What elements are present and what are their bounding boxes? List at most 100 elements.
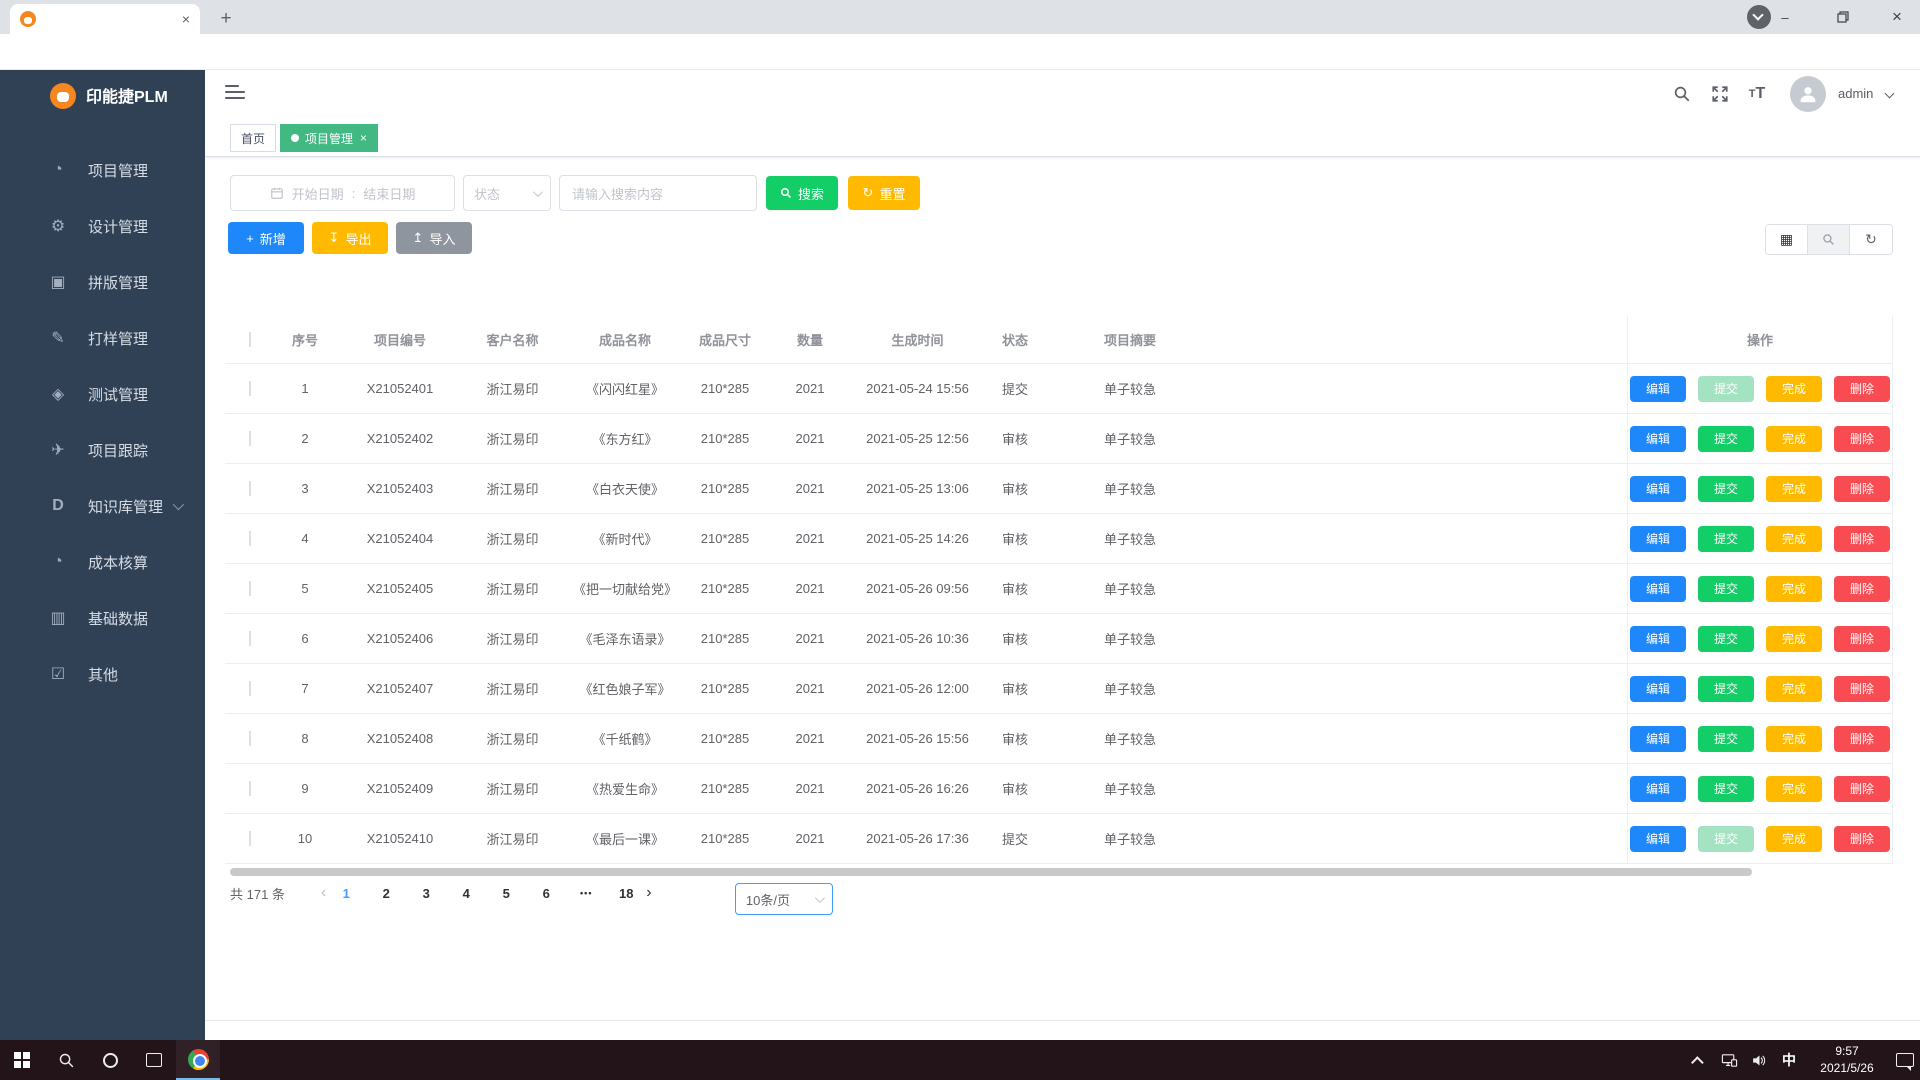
- volume-icon[interactable]: [1744, 1040, 1774, 1080]
- menu-fold-icon[interactable]: [225, 85, 245, 101]
- status-select[interactable]: 状态: [463, 175, 551, 211]
- tray-chevron-up-icon[interactable]: [1684, 1040, 1714, 1080]
- delete-button[interactable]: 删除: [1834, 376, 1890, 402]
- sidebar-item[interactable]: ◔ 项目管理: [0, 142, 205, 198]
- finish-button[interactable]: 完成: [1766, 476, 1822, 502]
- edit-button[interactable]: 编辑: [1630, 426, 1686, 452]
- page-number-button[interactable]: 3: [418, 886, 434, 901]
- sidebar-item[interactable]: ◈ 测试管理: [0, 366, 205, 422]
- delete-button[interactable]: 删除: [1834, 726, 1890, 752]
- browser-tab[interactable]: ×: [10, 4, 200, 34]
- edit-button[interactable]: 编辑: [1630, 576, 1686, 602]
- horizontal-scrollbar[interactable]: [230, 868, 1752, 876]
- sidebar-item[interactable]: ▣ 拼版管理: [0, 254, 205, 310]
- sidebar-item[interactable]: ✎ 打样管理: [0, 310, 205, 366]
- action-center-icon[interactable]: [1890, 1040, 1920, 1080]
- page-number-button[interactable]: 1: [338, 886, 354, 901]
- search-button[interactable]: 搜索: [766, 176, 838, 210]
- page-number-button[interactable]: 6: [538, 886, 554, 901]
- row-checkbox[interactable]: [249, 531, 251, 546]
- chrome-taskbar-icon[interactable]: [176, 1040, 220, 1080]
- next-page-button[interactable]: ›: [646, 884, 651, 902]
- start-button[interactable]: [0, 1040, 44, 1080]
- submit-button[interactable]: 提交: [1698, 776, 1754, 802]
- sidebar-item[interactable]: ◔ 成本核算: [0, 534, 205, 590]
- edit-button[interactable]: 编辑: [1630, 826, 1686, 852]
- task-view-icon[interactable]: [132, 1040, 176, 1080]
- page-number-button[interactable]: 2: [378, 886, 394, 901]
- edit-button[interactable]: 编辑: [1630, 726, 1686, 752]
- select-all-checkbox[interactable]: [249, 332, 251, 347]
- window-close-button[interactable]: ×: [1874, 0, 1920, 34]
- finish-button[interactable]: 完成: [1766, 376, 1822, 402]
- new-tab-button[interactable]: +: [214, 7, 238, 31]
- export-button[interactable]: ↧ 导出: [312, 222, 388, 254]
- finish-button[interactable]: 完成: [1766, 776, 1822, 802]
- edit-button[interactable]: 编辑: [1630, 776, 1686, 802]
- font-size-icon[interactable]: TT: [1745, 83, 1769, 105]
- page-number-button[interactable]: 18: [618, 886, 634, 901]
- sidebar-item[interactable]: ⚙ 设计管理: [0, 198, 205, 254]
- delete-button[interactable]: 删除: [1834, 626, 1890, 652]
- prev-page-button[interactable]: ‹: [321, 884, 326, 902]
- edit-button[interactable]: 编辑: [1630, 676, 1686, 702]
- window-minimize-button[interactable]: –: [1762, 0, 1808, 34]
- submit-button[interactable]: 提交: [1698, 476, 1754, 502]
- row-checkbox[interactable]: [249, 631, 251, 646]
- finish-button[interactable]: 完成: [1766, 576, 1822, 602]
- submit-button[interactable]: 提交: [1698, 726, 1754, 752]
- row-checkbox[interactable]: [249, 431, 251, 446]
- submit-button[interactable]: 提交: [1698, 526, 1754, 552]
- tag-home[interactable]: 首页: [230, 124, 276, 152]
- delete-button[interactable]: 删除: [1834, 526, 1890, 552]
- delete-button[interactable]: 删除: [1834, 826, 1890, 852]
- finish-button[interactable]: 完成: [1766, 426, 1822, 452]
- sidebar-item[interactable]: ▥ 基础数据: [0, 590, 205, 646]
- grid-view-icon[interactable]: ▦: [1766, 225, 1808, 254]
- ime-indicator[interactable]: 中: [1774, 1040, 1804, 1080]
- page-number-button[interactable]: 5: [498, 886, 514, 901]
- row-checkbox[interactable]: [249, 781, 251, 796]
- add-button[interactable]: + 新增: [228, 222, 304, 254]
- delete-button[interactable]: 删除: [1834, 476, 1890, 502]
- fullscreen-icon[interactable]: [1708, 83, 1732, 105]
- edit-button[interactable]: 编辑: [1630, 476, 1686, 502]
- search-input[interactable]: 请输入搜索内容: [559, 175, 757, 211]
- reset-button[interactable]: ↻ 重置: [848, 176, 920, 210]
- refresh-icon[interactable]: ↻: [1850, 225, 1892, 254]
- username-label[interactable]: admin: [1838, 86, 1873, 101]
- delete-button[interactable]: 删除: [1834, 676, 1890, 702]
- table-search-icon[interactable]: [1808, 225, 1850, 254]
- finish-button[interactable]: 完成: [1766, 826, 1822, 852]
- tag-close-icon[interactable]: ×: [360, 131, 367, 145]
- delete-button[interactable]: 删除: [1834, 426, 1890, 452]
- submit-button[interactable]: 提交: [1698, 626, 1754, 652]
- row-checkbox[interactable]: [249, 731, 251, 746]
- finish-button[interactable]: 完成: [1766, 626, 1822, 652]
- header-search-icon[interactable]: [1670, 83, 1694, 105]
- tab-close-icon[interactable]: ×: [182, 12, 190, 26]
- delete-button[interactable]: 删除: [1834, 576, 1890, 602]
- taskbar-search-icon[interactable]: [44, 1040, 88, 1080]
- row-checkbox[interactable]: [249, 831, 251, 846]
- import-button[interactable]: ↥ 导入: [396, 222, 472, 254]
- row-checkbox[interactable]: [249, 681, 251, 696]
- edit-button[interactable]: 编辑: [1630, 376, 1686, 402]
- submit-button[interactable]: 提交: [1698, 426, 1754, 452]
- row-checkbox[interactable]: [249, 581, 251, 596]
- delete-button[interactable]: 删除: [1834, 776, 1890, 802]
- date-range-picker[interactable]: 开始日期 : 结束日期: [230, 175, 455, 211]
- user-avatar[interactable]: [1790, 76, 1826, 112]
- edit-button[interactable]: 编辑: [1630, 626, 1686, 652]
- finish-button[interactable]: 完成: [1766, 526, 1822, 552]
- edit-button[interactable]: 编辑: [1630, 526, 1686, 552]
- sidebar-item[interactable]: D 知识库管理: [0, 478, 205, 534]
- page-size-select[interactable]: 10条/页: [735, 883, 833, 915]
- network-icon[interactable]: [1714, 1040, 1744, 1080]
- finish-button[interactable]: 完成: [1766, 676, 1822, 702]
- finish-button[interactable]: 完成: [1766, 726, 1822, 752]
- window-restore-button[interactable]: [1820, 0, 1866, 34]
- submit-button[interactable]: 提交: [1698, 576, 1754, 602]
- submit-button[interactable]: 提交: [1698, 826, 1754, 852]
- row-checkbox[interactable]: [249, 481, 251, 496]
